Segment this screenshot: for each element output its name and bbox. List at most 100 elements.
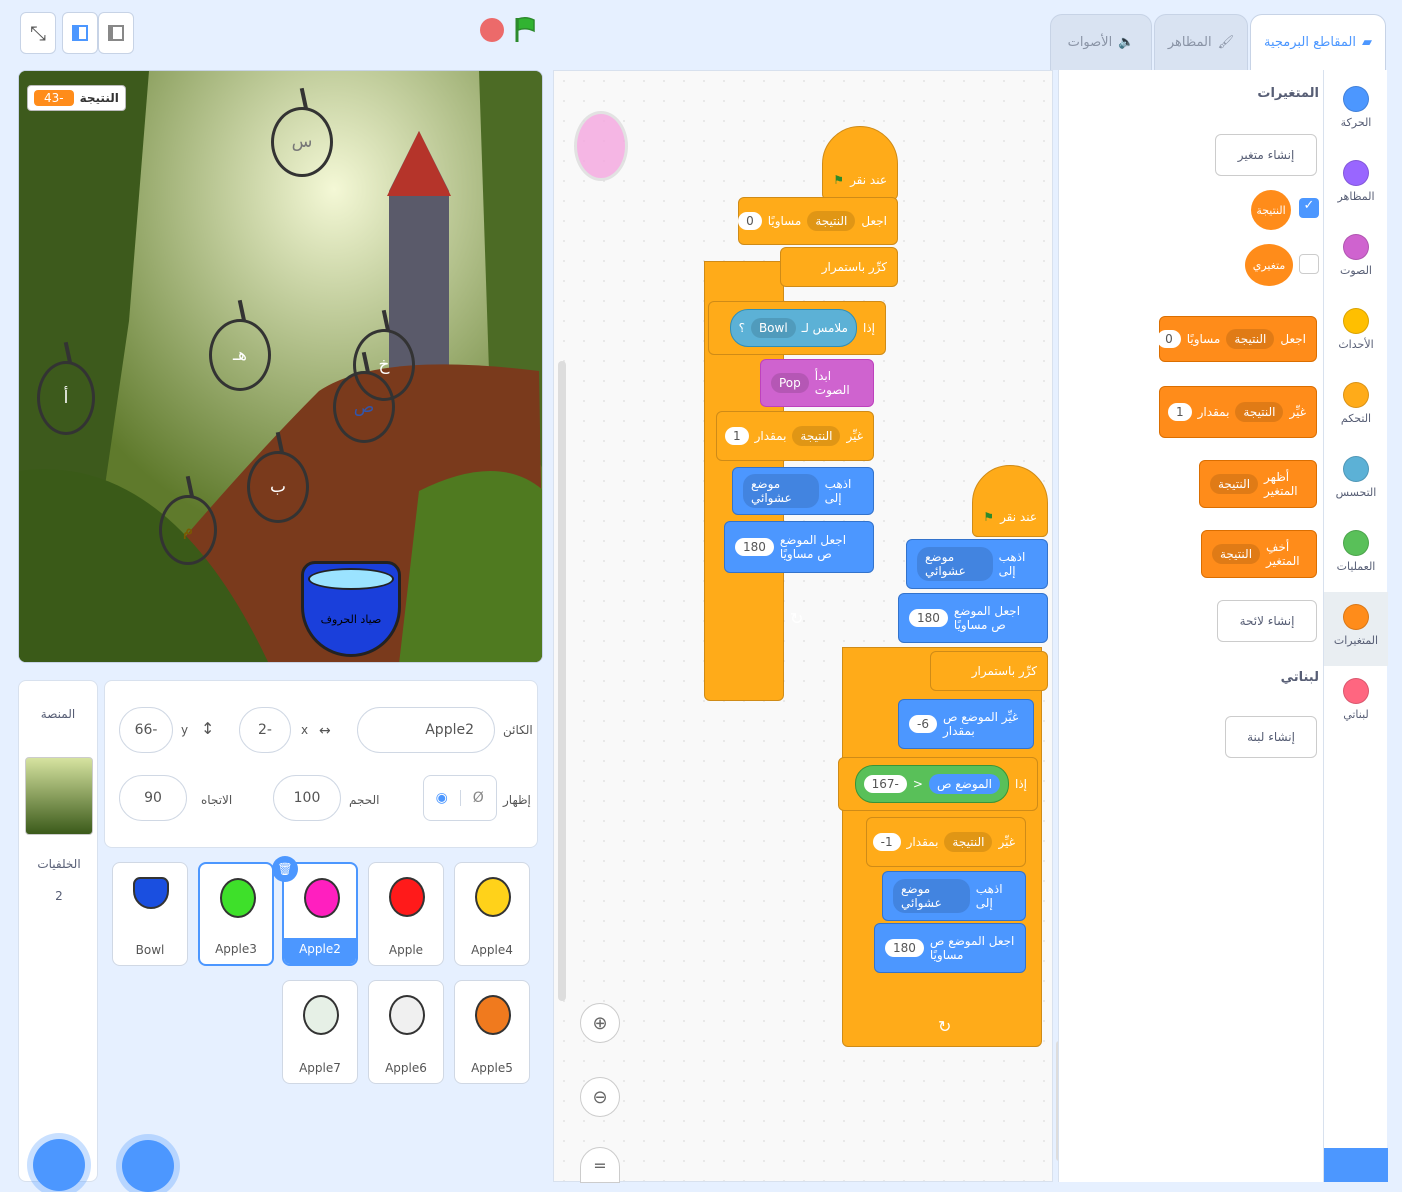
touch-dropdown[interactable]: Bowl — [750, 318, 796, 338]
sprite-tile-apple2[interactable]: Apple2 🗑 — [272, 856, 358, 966]
palette-show-variable-block[interactable]: النتيجة أظهر المتغير — [1199, 460, 1317, 508]
palette-set-block[interactable]: 0 مساويًا النتيجة اجعل — [1157, 316, 1317, 362]
change-y-block[interactable]: -6 غيِّر الموضع ص بمقدار — [898, 699, 1034, 749]
var-dropdown[interactable]: النتيجة — [1235, 402, 1284, 422]
block-value[interactable]: -6 — [909, 715, 937, 733]
zoom-reset-icon[interactable]: = — [580, 1147, 620, 1183]
sprite-tile-apple[interactable]: Apple — [368, 862, 444, 966]
size-field[interactable]: 100 — [273, 775, 341, 821]
category-operators[interactable]: العمليات — [1324, 518, 1388, 592]
backdrop-thumbnail[interactable] — [25, 757, 93, 835]
block-value[interactable]: 0 — [1157, 330, 1181, 348]
palette-change-block[interactable]: 1 بمقدار النتيجة غيِّر — [1159, 386, 1317, 438]
stage-panel[interactable]: المنصة الخلفيات 2 — [18, 680, 98, 1191]
choose-backdrop-button[interactable] — [33, 1139, 85, 1191]
sprite-name-field[interactable]: Apple2 — [357, 707, 495, 753]
forever-block-1[interactable]: كرِّر باستمرار — [780, 247, 898, 287]
var-dropdown[interactable]: النتيجة — [944, 832, 993, 852]
play-sound-block[interactable]: Pop ابدأ الصوت — [760, 359, 874, 407]
block-value[interactable]: 167- — [863, 775, 907, 793]
goto-block-1[interactable]: موضع عشوائي اذهب إلى — [732, 467, 874, 515]
large-stage-icon[interactable] — [98, 12, 134, 54]
delete-sprite-icon[interactable]: 🗑 — [272, 856, 298, 882]
touching-block[interactable]: ؟ Bowl ملامس لـ — [729, 309, 857, 347]
zoom-in-icon[interactable]: ⊕ — [580, 1003, 620, 1043]
when-flag-hat-2[interactable]: ⚑ عند نقر — [972, 465, 1048, 537]
set-score-block-1[interactable]: 0 مساويًا النتيجة اجعل — [738, 197, 898, 245]
category-control[interactable]: التحكم — [1324, 370, 1388, 444]
goto-block-3[interactable]: موضع عشوائي اذهب إلى — [882, 871, 1026, 921]
block-value[interactable]: -1 — [872, 833, 901, 851]
block-value[interactable]: 180 — [885, 939, 924, 957]
bowl-sprite[interactable]: صياد الحروف — [301, 561, 401, 657]
if-block-1[interactable]: ؟ Bowl ملامس لـ إذا — [708, 301, 886, 355]
code-vertical-scrollbar[interactable] — [558, 361, 566, 1001]
sound-dropdown[interactable]: Pop — [771, 373, 809, 393]
category-looks[interactable]: المظاهر — [1324, 148, 1388, 222]
choose-sprite-button[interactable] — [122, 1140, 174, 1192]
apple-sprite-ba[interactable]: ب — [247, 431, 309, 523]
apple-sprite-mim[interactable]: م — [159, 475, 217, 565]
var-dropdown[interactable]: النتيجة — [1210, 474, 1259, 494]
block-value[interactable]: 1 — [725, 427, 749, 445]
forever-block-2[interactable]: كرِّر باستمرار — [930, 651, 1048, 691]
block-value[interactable]: 180 — [735, 538, 774, 556]
apple-sprite-sad[interactable]: ص — [333, 351, 395, 443]
change-score-block-2[interactable]: -1 بمقدار النتيجة غيِّر — [866, 817, 1026, 867]
goto-dropdown[interactable]: موضع عشوائي — [743, 474, 819, 508]
tab-code[interactable]: المقاطع البرمجية ▰ — [1250, 14, 1386, 70]
var-reporter-score[interactable]: النتيجة — [1251, 190, 1291, 230]
change-score-block-1[interactable]: 1 بمقدار النتيجة غيِّر — [716, 411, 874, 461]
score-monitor[interactable]: 43- النتيجة — [27, 85, 126, 111]
category-motion[interactable]: الحركة — [1324, 74, 1388, 148]
stage[interactable]: 43- النتيجة س هـ خ ص أ ب م صياد الحروف — [18, 70, 543, 663]
category-my-blocks[interactable]: لبناتي — [1324, 666, 1388, 740]
sprite-tile-bowl[interactable]: Bowl — [112, 862, 188, 966]
green-flag-icon[interactable] — [514, 16, 538, 44]
show-toggle[interactable]: ◉ Ø — [423, 775, 497, 821]
make-variable-button[interactable]: إنشاء متغير — [1215, 134, 1317, 176]
sprite-tile-apple4[interactable]: Apple4 — [454, 862, 530, 966]
small-stage-icon[interactable] — [62, 12, 98, 54]
apple-sprite-ha[interactable]: هـ — [209, 299, 271, 391]
x-field[interactable]: 2- — [239, 707, 291, 753]
set-y-block-1[interactable]: 180 اجعل الموضع ص مساويًا — [724, 521, 874, 573]
y-position-reporter[interactable]: الموضع ص — [928, 774, 1000, 794]
block-value[interactable]: 180 — [909, 609, 948, 627]
block-value[interactable]: 0 — [738, 212, 762, 230]
make-list-button[interactable]: إنشاء لائحة — [1217, 600, 1317, 642]
category-sound[interactable]: الصوت — [1324, 222, 1388, 296]
greater-than-block[interactable]: 167- > الموضع ص — [854, 765, 1009, 803]
tab-sounds[interactable]: الأصوات 🔈 — [1050, 14, 1152, 70]
var-dropdown[interactable]: النتيجة — [792, 426, 841, 446]
eye-open-icon[interactable]: ◉ — [424, 790, 460, 806]
extension-button[interactable] — [1324, 1148, 1388, 1182]
set-y-block-3[interactable]: 180 اجعل الموضع ص مساويًا — [874, 923, 1026, 973]
var-dropdown[interactable]: النتيجة — [807, 211, 856, 231]
sprite-tile-apple5[interactable]: Apple5 — [454, 980, 530, 1084]
block-value[interactable]: 1 — [1168, 403, 1192, 421]
stop-icon[interactable] — [480, 18, 504, 42]
when-flag-hat-1[interactable]: ⚑ عند نقر — [822, 126, 898, 200]
sprite-tile-apple6[interactable]: Apple6 — [368, 980, 444, 1084]
zoom-out-icon[interactable]: ⊖ — [580, 1077, 620, 1117]
category-variables[interactable]: المتغيرات — [1324, 592, 1388, 666]
apple-sprite-sin[interactable]: س — [271, 87, 333, 177]
sprite-tile-apple3[interactable]: Apple3 — [198, 862, 274, 966]
code-area[interactable]: ⚑ عند نقر 0 مساويًا النتيجة اجعل كرِّر با… — [553, 70, 1062, 1183]
goto-dropdown[interactable]: موضع عشوائي — [893, 879, 970, 913]
goto-block-2[interactable]: موضع عشوائي اذهب إلى — [906, 539, 1048, 589]
eye-closed-icon[interactable]: Ø — [459, 790, 497, 806]
tab-costumes[interactable]: المظاهر 🖌 — [1154, 14, 1248, 70]
direction-field[interactable]: 90 — [119, 775, 187, 821]
checkbox-score[interactable]: ✓ — [1299, 198, 1319, 218]
var-reporter-myvar[interactable]: متغيري — [1245, 244, 1293, 286]
set-y-block-2[interactable]: 180 اجعل الموضع ص مساويًا — [898, 593, 1048, 643]
fullscreen-icon[interactable]: ⤡ — [20, 12, 56, 54]
if-block-2[interactable]: 167- > الموضع ص إذا — [838, 757, 1038, 811]
checkbox-myvar[interactable] — [1299, 254, 1319, 274]
goto-dropdown[interactable]: موضع عشوائي — [917, 547, 993, 581]
category-sensing[interactable]: التحسس — [1324, 444, 1388, 518]
make-block-button[interactable]: إنشاء لبنة — [1225, 716, 1317, 758]
y-field[interactable]: 66- — [119, 707, 173, 753]
